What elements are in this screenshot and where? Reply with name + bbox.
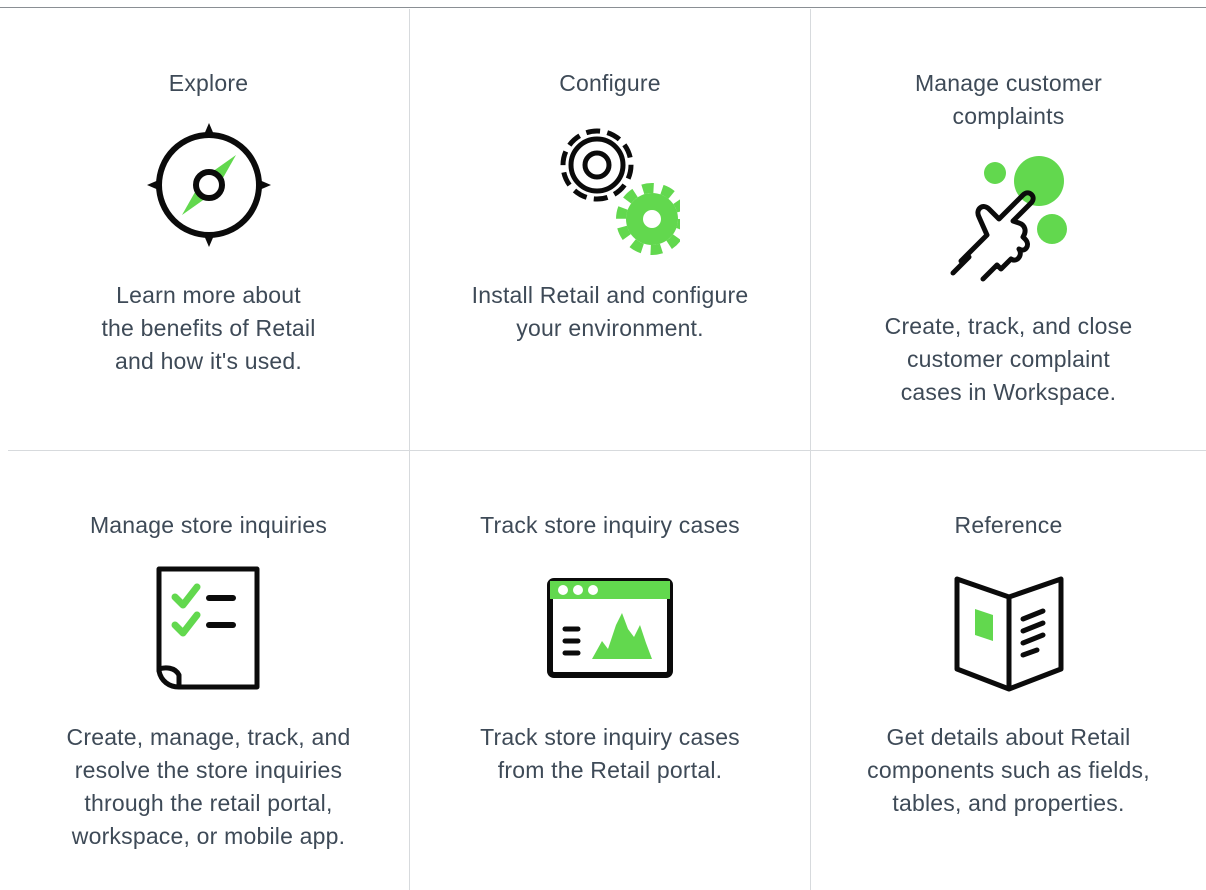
card-description: Install Retail and configure your enviro…	[471, 282, 749, 341]
card-description: Create, track, and close customer compla…	[884, 313, 1133, 405]
top-divider	[0, 7, 1206, 8]
card-grid: Explore Learn more about the benefits of…	[8, 9, 1206, 890]
card-description: Create, manage, track, and resolve the s…	[66, 724, 351, 849]
card-description: Get details about Retail components such…	[867, 724, 1150, 816]
card-manage-store-inquiries[interactable]: Manage store inquiries Create, manage, t…	[8, 450, 409, 890]
card-track-store-inquiry-cases[interactable]: Track store inquiry cases Track store in…	[409, 450, 810, 890]
compass-icon	[139, 115, 279, 255]
card-title: Reference	[954, 512, 1063, 538]
card-reference[interactable]: Reference Get details about Retail compo…	[810, 450, 1206, 890]
card-explore[interactable]: Explore Learn more about the benefits of…	[8, 9, 409, 450]
card-title: Configure	[559, 70, 661, 96]
card-description: Learn more about the benefits of Retail …	[101, 282, 316, 374]
card-title: Manage store inquiries	[89, 512, 328, 538]
hand-pointer-icon	[939, 151, 1079, 291]
card-title: Explore	[168, 70, 249, 96]
card-configure[interactable]: Configure Install Retail and configure y…	[409, 9, 810, 450]
gears-icon	[540, 115, 680, 255]
card-title: Track store inquiry cases	[480, 512, 740, 538]
checklist-icon	[139, 563, 279, 703]
card-manage-customer-complaints[interactable]: Manage customer complaints Create, track…	[810, 9, 1206, 450]
card-description: Track store inquiry cases from the Retai…	[480, 724, 740, 783]
dashboard-chart-icon	[540, 567, 680, 707]
open-book-icon	[939, 565, 1079, 705]
card-title: Manage customer complaints	[914, 70, 1103, 129]
